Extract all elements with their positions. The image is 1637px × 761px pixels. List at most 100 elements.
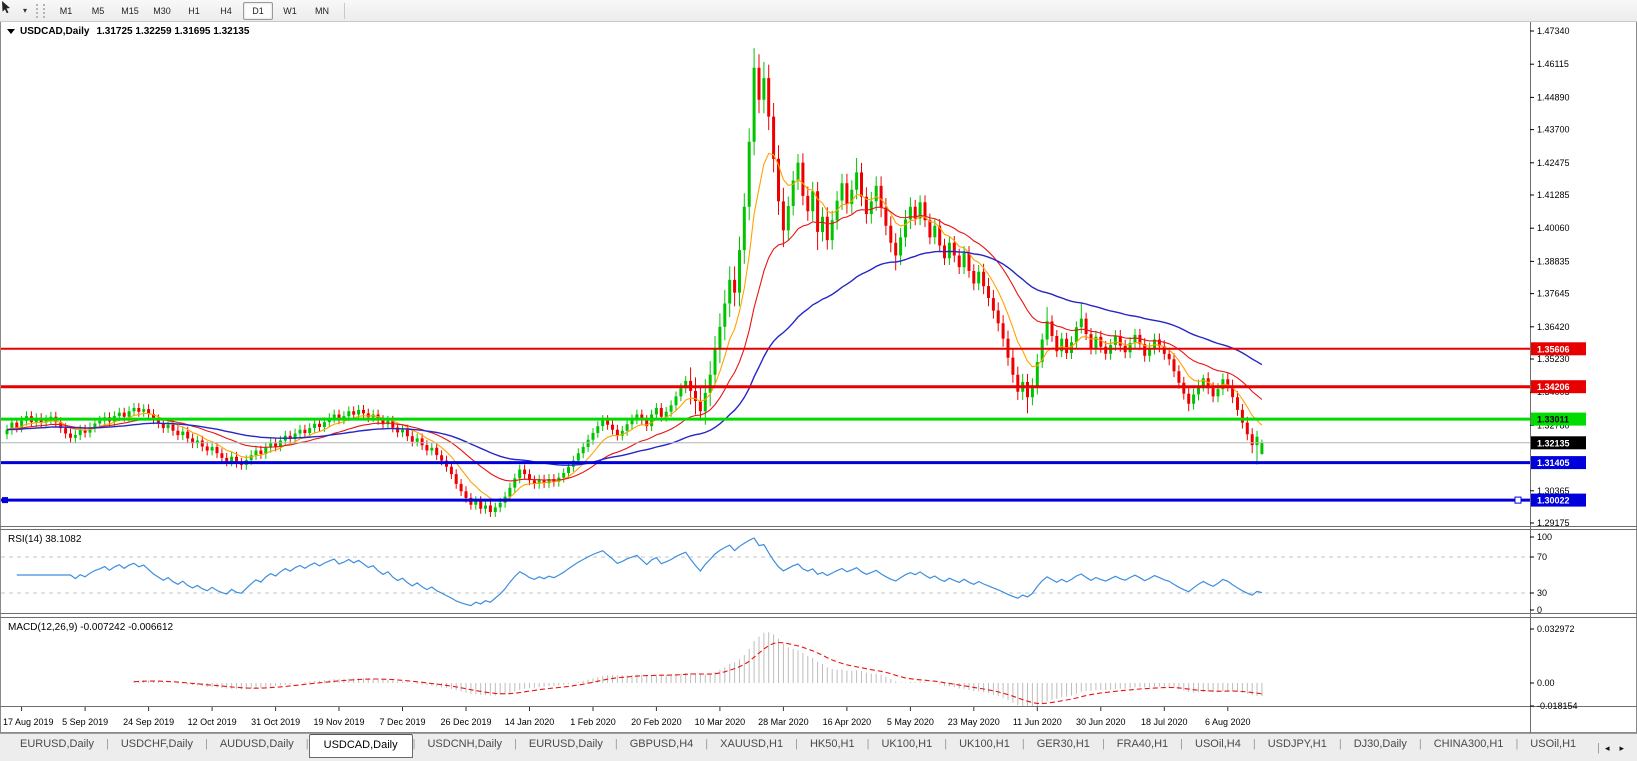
timeframe-button-m15[interactable]: M15: [115, 2, 145, 20]
price-tick-label: 1.38835: [1537, 256, 1570, 266]
chart-window-frame: [0, 21, 1637, 733]
rsi-tick-label: 70: [1537, 552, 1547, 562]
chart-symbol-label: USDCAD,Daily: [20, 26, 90, 37]
tab-scroll-controls: | ◂ ▸: [1595, 734, 1637, 758]
price-chart: 1.47340 1.46115 1.44890 1.43700 1.42475 1.412…: [0, 21, 1637, 733]
chart-tab-usdchf-daily[interactable]: USDCHF,Daily: [109, 734, 205, 755]
svg-text:1.31405: 1.31405: [1537, 458, 1570, 468]
trading-app-window: { "toolbar": { "timeframes": ["M1","M5",…: [0, 0, 1637, 761]
rsi-tick-label: 100: [1537, 532, 1552, 542]
macd-tick-label: 0.00: [1537, 678, 1555, 688]
timeframe-button-mn[interactable]: MN: [307, 2, 337, 20]
chart-ohlc-values: 1.31725 1.32259 1.31695 1.32135: [96, 26, 250, 37]
timeframe-button-group: M1 M5 M15 M30 H1 H4 D1 W1 MN: [50, 1, 338, 20]
date-tick-label: 24 Sep 2019: [123, 717, 174, 727]
date-tick-label: 30 Jun 2020: [1076, 717, 1126, 727]
date-tick-label: 10 Mar 2020: [695, 717, 746, 727]
price-tag-1.34206: 1.34206: [1531, 380, 1586, 394]
chart-tab-xauusd-h1[interactable]: XAUUSD,H1: [708, 734, 795, 755]
crosshair-tool-icon[interactable]: [2, 1, 23, 19]
price-tag-1.30022: 1.30022: [1531, 493, 1586, 507]
date-tick-label: 18 Jul 2020: [1141, 717, 1188, 727]
chart-tab-gbpusd-h4[interactable]: GBPUSD,H4: [618, 734, 706, 755]
timeframe-button-h4[interactable]: H4: [211, 2, 241, 20]
date-tick-label: 20 Feb 2020: [631, 717, 682, 727]
timeframe-button-w1[interactable]: W1: [275, 2, 305, 20]
price-tick-label: 1.35230: [1537, 354, 1570, 364]
svg-text:1.30022: 1.30022: [1537, 496, 1570, 506]
timeframe-button-m5[interactable]: M5: [83, 2, 113, 20]
price-tick-label: 1.43700: [1537, 125, 1570, 135]
price-tick-label: 1.46115: [1537, 59, 1569, 69]
chart-tab-eurusd-daily[interactable]: EURUSD,Daily: [517, 734, 615, 755]
current-price-tag: 1.32135: [1531, 436, 1586, 450]
date-tick-label: 17 Aug 2019: [3, 717, 54, 727]
toolbar: ▾ M1 M5 M15 M30 H1 H4 D1 W1 MN: [0, 0, 1637, 22]
price-tag-1.35606: 1.35606: [1531, 342, 1586, 356]
date-tick-label: 26 Dec 2019: [440, 717, 491, 727]
chart-tabs: EURUSD,Daily | USDCHF,Daily | AUDUSD,Daily | U…: [8, 734, 1595, 758]
chart-tab-eurusd-daily[interactable]: EURUSD,Daily: [8, 734, 106, 755]
price-tick-label: 1.41285: [1537, 190, 1570, 200]
toolbar-grip[interactable]: [36, 3, 46, 18]
chart-tab-fra40-h1[interactable]: FRA40,H1: [1105, 734, 1180, 755]
chart-tab-usdcad-daily[interactable]: USDCAD,Daily: [308, 734, 413, 758]
timeframe-button-m1[interactable]: M1: [51, 2, 81, 20]
date-tick-label: 5 Sep 2019: [62, 717, 108, 727]
chart-tab-audusd-daily[interactable]: AUDUSD,Daily: [208, 734, 306, 755]
price-tag-1.33011: 1.33011: [1531, 412, 1586, 426]
svg-text:1.35606: 1.35606: [1537, 344, 1570, 354]
timeframe-button-m30[interactable]: M30: [147, 2, 177, 20]
rsi-label: RSI(14) 38.1082: [8, 534, 82, 545]
timeframe-button-d1[interactable]: D1: [243, 1, 274, 20]
price-tick-label: 1.37645: [1537, 289, 1570, 299]
macd-tick-label: -0.018154: [1537, 701, 1578, 711]
macd-tick-label: 0.032972: [1537, 624, 1575, 634]
chart-tab-ger30-h1[interactable]: GER30,H1: [1025, 734, 1102, 755]
timeframe-button-h1[interactable]: H1: [179, 2, 209, 20]
chart-tab-usoil-h1[interactable]: USOil,H1: [1518, 734, 1588, 755]
date-tick-label: 31 Oct 2019: [251, 717, 300, 727]
price-tick-label: 1.42475: [1537, 158, 1570, 168]
date-tick-label: 28 Mar 2020: [758, 717, 809, 727]
collapse-triangle-icon[interactable]: [7, 29, 15, 34]
tab-scroll-right-icon[interactable]: ▸: [1614, 743, 1629, 754]
chart-tab-uk100-h1[interactable]: UK100,H1: [947, 734, 1022, 755]
price-tick-label: 1.40060: [1537, 223, 1570, 233]
macd-label: MACD(12,26,9) -0.007242 -0.006612: [8, 622, 174, 633]
date-tick-label: 14 Jan 2020: [505, 717, 555, 727]
price-tick-label: 1.36420: [1537, 322, 1570, 332]
chart-tab-usoil-h4[interactable]: USOil,H4: [1183, 734, 1253, 755]
date-tick-label: 11 Jun 2020: [1013, 717, 1062, 727]
chart-tab-china300-h1[interactable]: CHINA300,H1: [1422, 734, 1516, 755]
price-tick-label: 1.29175: [1537, 518, 1570, 528]
price-tag-1.31405: 1.31405: [1531, 456, 1586, 470]
price-tick-label: 1.44890: [1537, 92, 1570, 102]
date-tick-label: 12 Oct 2019: [188, 717, 237, 727]
svg-text:1.33011: 1.33011: [1537, 415, 1569, 425]
date-tick-label: 5 May 2020: [887, 717, 934, 727]
tab-scroll-left-icon[interactable]: ◂: [1600, 743, 1615, 754]
rsi-tick-label: 30: [1537, 588, 1547, 598]
date-tick-label: 16 Apr 2020: [823, 717, 872, 727]
svg-text:1.34206: 1.34206: [1537, 382, 1570, 392]
price-tick-label: 1.47340: [1537, 26, 1570, 36]
chart-tab-hk50-h1[interactable]: HK50,H1: [798, 734, 867, 755]
rsi-tick-label: 0: [1537, 605, 1542, 615]
chart-tab-uk100-h1[interactable]: UK100,H1: [869, 734, 944, 755]
date-tick-label: 6 Aug 2020: [1205, 717, 1251, 727]
date-tick-label: 23 May 2020: [948, 717, 1000, 727]
chart-title: USDCAD,Daily 1.31725 1.32259 1.31695 1.3…: [7, 26, 249, 37]
chart-tab-dj30-daily[interactable]: DJ30,Daily: [1342, 734, 1419, 755]
chart-tab-usdjpy-h1[interactable]: USDJPY,H1: [1256, 734, 1339, 755]
chart-tab-bar: EURUSD,Daily | USDCHF,Daily | AUDUSD,Daily | U…: [0, 733, 1637, 761]
date-tick-label: 19 Nov 2019: [313, 717, 364, 727]
hline-handle-left[interactable]: [2, 497, 8, 504]
toolbar-separator: [344, 2, 346, 19]
tool-dropdown-caret-icon[interactable]: ▾: [23, 6, 27, 15]
date-tick-label: 1 Feb 2020: [570, 717, 616, 727]
svg-text:1.32135: 1.32135: [1537, 438, 1570, 448]
date-tick-label: 7 Dec 2019: [379, 717, 425, 727]
chart-tab-usdcnh-daily[interactable]: USDCNH,Daily: [415, 734, 514, 755]
hline-handle-right[interactable]: [1514, 496, 1522, 504]
